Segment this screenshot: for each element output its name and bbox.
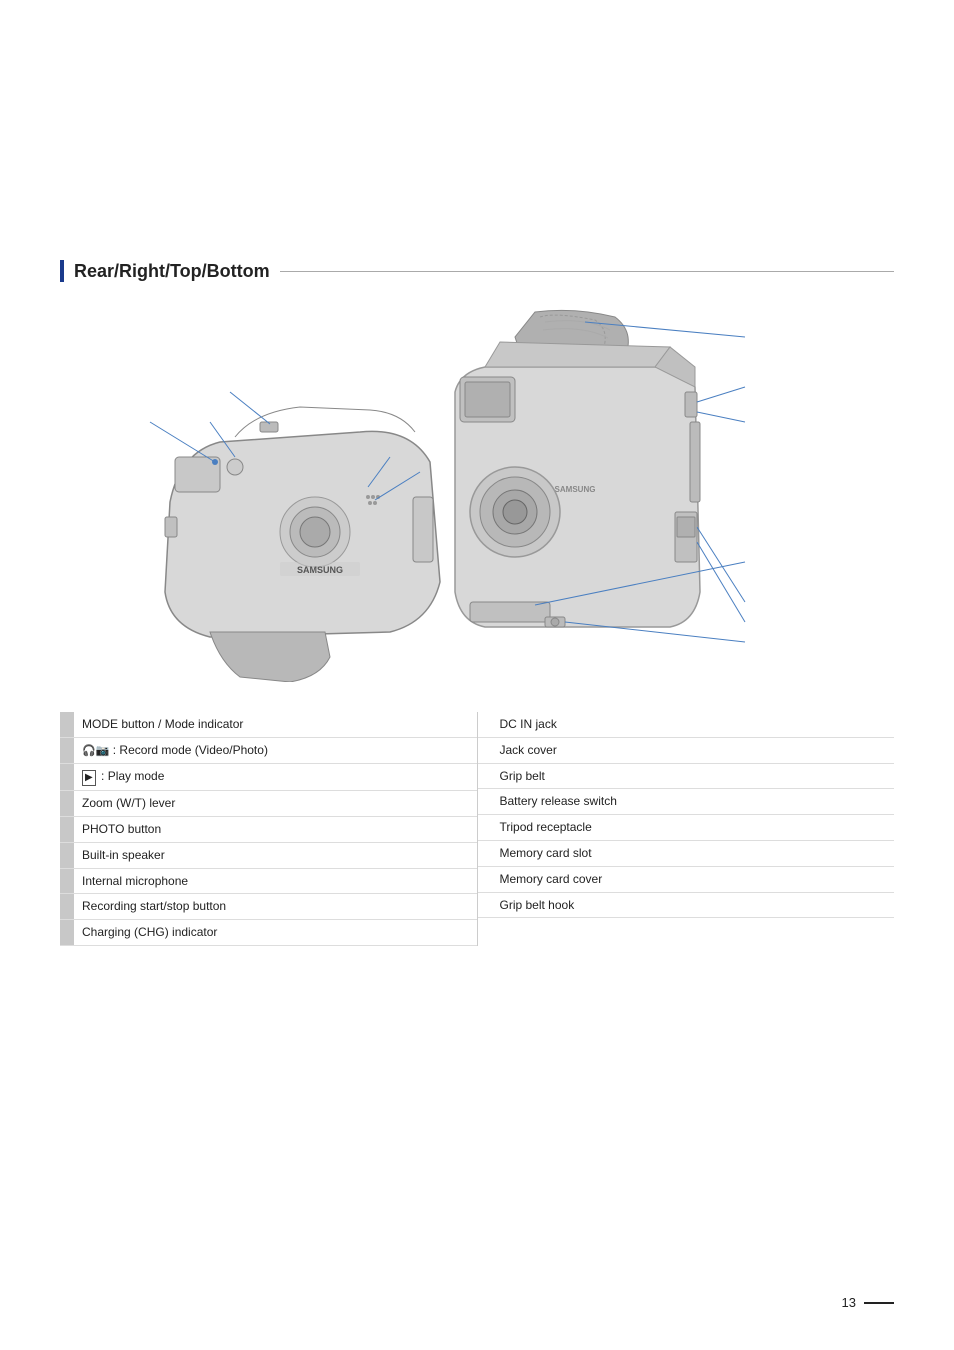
legend-item-photo-button: PHOTO button [60,817,477,843]
legend-bar [478,764,492,789]
left-legend-column: MODE button / Mode indicator 🎧📷 : Record… [60,712,478,946]
legend-item-internal-mic: Internal microphone [60,869,477,895]
legend-bar [60,894,74,919]
legend-text: Jack cover [492,738,565,763]
legend-text: DC IN jack [492,712,565,737]
legend-text: Recording start/stop button [74,894,234,919]
svg-text:SAMSUNG: SAMSUNG [297,565,343,575]
page-number: 13 [842,1295,856,1310]
legend-bar [478,867,492,892]
legend-text: Built-in speaker [74,843,173,868]
legend-bar [60,920,74,945]
legend-text: Grip belt hook [492,893,583,918]
svg-text:SAMSUNG: SAMSUNG [555,485,596,494]
legend-bar [478,815,492,840]
legend-item-tripod: Tripod receptacle [478,815,895,841]
legend-section: MODE button / Mode indicator 🎧📷 : Record… [60,712,894,946]
section-heading: Rear/Right/Top/Bottom [60,260,894,282]
legend-text: Battery release switch [492,789,625,814]
legend-item-record-button: Recording start/stop button [60,894,477,920]
legend-bar [60,843,74,868]
legend-item-zoom: Zoom (W/T) lever [60,791,477,817]
legend-text: Charging (CHG) indicator [74,920,225,945]
legend-item-play-mode: ▶ : Play mode [60,764,477,791]
legend-bar [60,738,74,763]
legend-bar [60,791,74,816]
legend-text: Zoom (W/T) lever [74,791,183,816]
legend-item-record-mode: 🎧📷 : Record mode (Video/Photo) [60,738,477,764]
legend-text: Memory card slot [492,841,600,866]
right-legend-column: DC IN jack Jack cover Grip belt Battery … [478,712,895,946]
legend-text: Memory card cover [492,867,611,892]
legend-text: Grip belt [492,764,553,789]
legend-bar [60,712,74,737]
camera-illustration: SAMSUNG [60,302,894,682]
legend-bar [478,712,492,737]
legend-item-battery-release: Battery release switch [478,789,895,815]
legend-item-memory-cover: Memory card cover [478,867,895,893]
legend-text: Tripod receptacle [492,815,600,840]
legend-item-jack-cover: Jack cover [478,738,895,764]
legend-item-speaker: Built-in speaker [60,843,477,869]
page-number-container: 13 [842,1295,894,1310]
legend-bar [478,789,492,814]
legend-item-dc-jack: DC IN jack [478,712,895,738]
legend-text: Internal microphone [74,869,196,894]
legend-bar [478,893,492,918]
legend-text: 🎧📷 : Record mode (Video/Photo) [74,738,276,763]
legend-bar [60,869,74,894]
legend-item-memory-slot: Memory card slot [478,841,895,867]
legend-text: ▶ : Play mode [74,764,172,790]
legend-bar [60,764,74,790]
legend-item-charging: Charging (CHG) indicator [60,920,477,946]
legend-item-grip-belt: Grip belt [478,764,895,790]
heading-title: Rear/Right/Top/Bottom [74,261,270,282]
legend-item-grip-hook: Grip belt hook [478,893,895,919]
legend-item-mode-button: MODE button / Mode indicator [60,712,477,738]
page-container: Rear/Right/Top/Bottom SAMSUNG [0,0,954,1350]
heading-bar [60,260,64,282]
heading-line [280,271,894,272]
page-number-line [864,1302,894,1304]
legend-bar [478,738,492,763]
legend-text: PHOTO button [74,817,169,842]
legend-text: MODE button / Mode indicator [74,712,251,737]
camera-diagram: SAMSUNG [60,302,894,682]
legend-bar [478,841,492,866]
legend-bar [60,817,74,842]
